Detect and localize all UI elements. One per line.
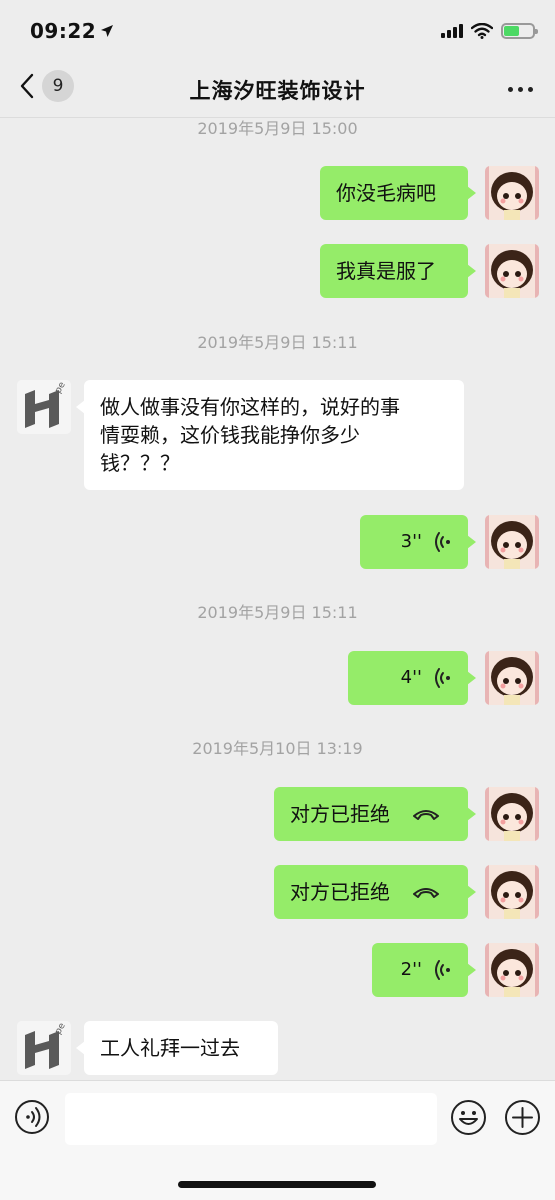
message-text-line: 钱？？？ — [100, 451, 180, 475]
cartoon-girl-avatar-icon — [485, 244, 539, 298]
hope-logo-avatar-icon: ope — [17, 1021, 71, 1075]
plus-icon[interactable] — [504, 1099, 541, 1136]
call-record-bubble[interactable]: 对方已拒绝 — [274, 865, 476, 919]
cartoon-girl-avatar-icon — [485, 787, 539, 841]
message-timestamp: 2019年5月9日 15:00 — [197, 119, 358, 138]
status-time-text: 09:22 — [30, 19, 97, 43]
chat-title: 上海汐旺装饰设计 — [189, 78, 366, 103]
self-avatar[interactable] — [485, 787, 539, 841]
call-record-bubble[interactable]: 对方已拒绝 — [274, 787, 476, 841]
status-icons — [441, 23, 538, 39]
hope-logo-avatar-icon: ope — [17, 380, 71, 434]
voice-message-bubble[interactable]: 4'' — [348, 651, 476, 705]
self-avatar[interactable] — [485, 651, 539, 705]
message-text: 工人礼拜一过去 — [100, 1036, 240, 1060]
message-timestamp: 2019年5月9日 15:11 — [197, 333, 358, 352]
message-input[interactable] — [65, 1093, 437, 1145]
hang-up-phone-icon — [413, 888, 439, 898]
unread-count-badge: 9 — [42, 70, 74, 102]
contact-avatar[interactable]: ope — [17, 1021, 71, 1075]
cartoon-girl-avatar-icon — [485, 865, 539, 919]
voice-wave-icon — [435, 960, 450, 980]
message-bubble-self[interactable]: 我真是服了 — [320, 244, 476, 298]
emoji-icon[interactable] — [450, 1099, 487, 1136]
voice-duration: 2'' — [400, 959, 422, 980]
back-button[interactable]: 9 — [18, 70, 74, 102]
message-bubble-contact[interactable]: 工人礼拜一过去 — [76, 1021, 278, 1075]
call-status-text: 对方已拒绝 — [290, 802, 390, 826]
voice-message-bubble[interactable]: 2'' — [372, 943, 476, 997]
cellular-signal-icon — [441, 24, 463, 38]
cartoon-girl-avatar-icon — [485, 943, 539, 997]
self-avatar[interactable] — [485, 515, 539, 569]
message-timestamp: 2019年5月10日 13:19 — [192, 739, 363, 758]
message-bubble-contact[interactable]: 做人做事没有你这样的，说好的事 情耍赖，这价钱我能挣你多少 钱？？？ — [76, 380, 464, 490]
message-text: 我真是服了 — [336, 259, 436, 283]
cartoon-girl-avatar-icon — [485, 515, 539, 569]
cartoon-girl-avatar-icon — [485, 651, 539, 705]
cartoon-girl-avatar-icon — [485, 166, 539, 220]
battery-charging-icon — [501, 23, 538, 39]
self-avatar[interactable] — [485, 865, 539, 919]
self-avatar[interactable] — [485, 244, 539, 298]
self-avatar[interactable] — [485, 166, 539, 220]
voice-wave-icon — [435, 668, 450, 688]
message-bubble-self[interactable]: 你没毛病吧 — [320, 166, 476, 220]
call-status-text: 对方已拒绝 — [290, 880, 390, 904]
chat-nav-bar: 9 上海汐旺装饰设计 — [0, 62, 555, 118]
home-indicator — [178, 1181, 376, 1188]
voice-duration: 3'' — [400, 531, 422, 552]
status-bar: 09:22 — [0, 0, 555, 62]
message-timestamp: 2019年5月9日 15:11 — [197, 603, 358, 622]
self-avatar[interactable] — [485, 943, 539, 997]
wifi-icon — [471, 23, 493, 39]
chevron-left-icon — [20, 73, 34, 99]
more-dots-icon — [508, 86, 513, 92]
more-options-button[interactable] — [508, 78, 533, 100]
location-arrow-icon — [101, 25, 114, 37]
contact-avatar[interactable]: ope — [17, 380, 71, 434]
voice-input-icon[interactable] — [14, 1099, 50, 1135]
message-text: 你没毛病吧 — [336, 181, 436, 205]
status-time: 09:22 — [30, 19, 114, 43]
voice-wave-icon — [435, 532, 450, 552]
voice-message-bubble[interactable]: 3'' — [360, 515, 476, 569]
hang-up-phone-icon — [413, 810, 439, 820]
voice-duration: 4'' — [400, 667, 422, 688]
